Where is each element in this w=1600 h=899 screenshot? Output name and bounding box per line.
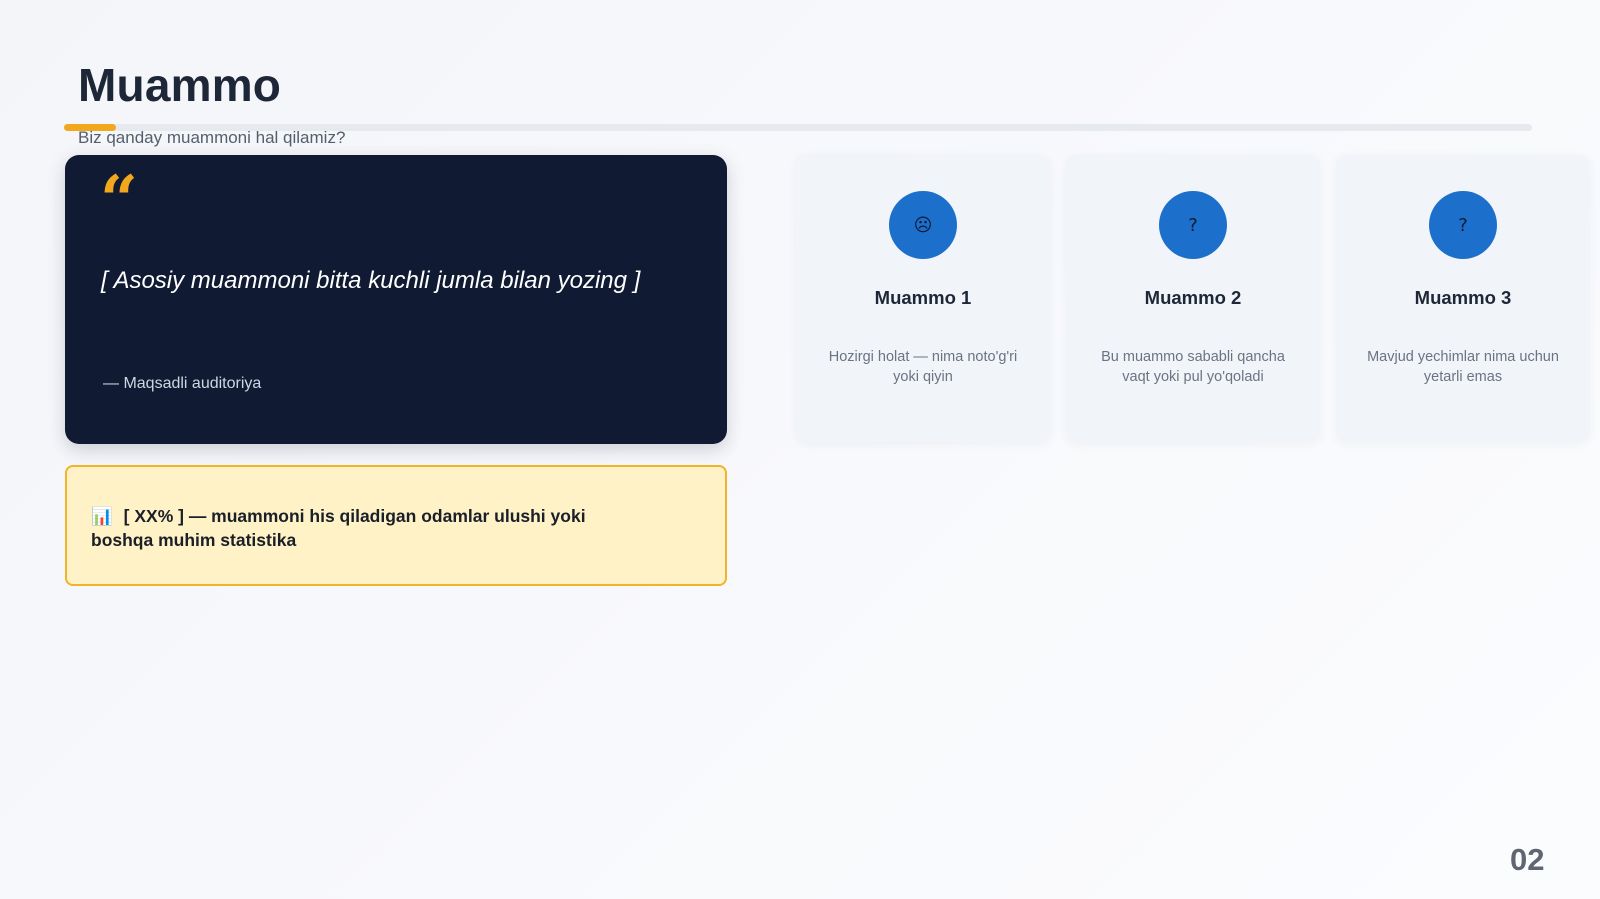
quote-mark-icon: “ [100, 161, 138, 239]
problem-card-title: Muammo 1 [874, 287, 972, 308]
slide-subtitle: Biz qanday muammoni hal qilamiz? [78, 128, 346, 147]
bar-chart-icon: 📊 [91, 506, 113, 526]
question-icon: ? [1429, 191, 1497, 259]
quote-author: — Maqsadli auditoriya [103, 375, 262, 392]
question-icon: ? [1159, 191, 1227, 259]
problem-card-title: Muammo 3 [1414, 287, 1512, 308]
problem-card-1: ☹ Muammo 1 Hozirgi holat — nima noto'g'r… [796, 155, 1050, 442]
page-number: 02 [1510, 842, 1545, 877]
frown-face-icon: ☹ [889, 191, 957, 259]
problem-card-description: Bu muammo sababli qancha vaqt yoki pul y… [1101, 349, 1285, 385]
quote-text: [ Asosiy muammoni bitta kuchli jumla bil… [101, 267, 641, 294]
problem-card-title: Muammo 2 [1144, 287, 1242, 308]
statistic-text: [ XX% ] — muammoni his qiladigan odamlar… [91, 506, 586, 550]
problem-card-description: Hozirgi holat — nima noto'g'ri yoki qiyi… [828, 349, 1018, 385]
quote-panel: “ [ Asosiy muammoni bitta kuchli jumla b… [65, 155, 727, 444]
problem-card-2: ? Muammo 2 Bu muammo sababli qancha vaqt… [1066, 155, 1320, 442]
statistic-callout: 📊 [ XX% ] — muammoni his qiladigan odaml… [65, 465, 727, 586]
problem-card-description: Mavjud yechimlar nima uchun yetarli emas [1367, 349, 1559, 385]
problem-card-3: ? Muammo 3 Mavjud yechimlar nima uchun y… [1336, 155, 1590, 442]
slide-title: Muammo [78, 59, 282, 111]
